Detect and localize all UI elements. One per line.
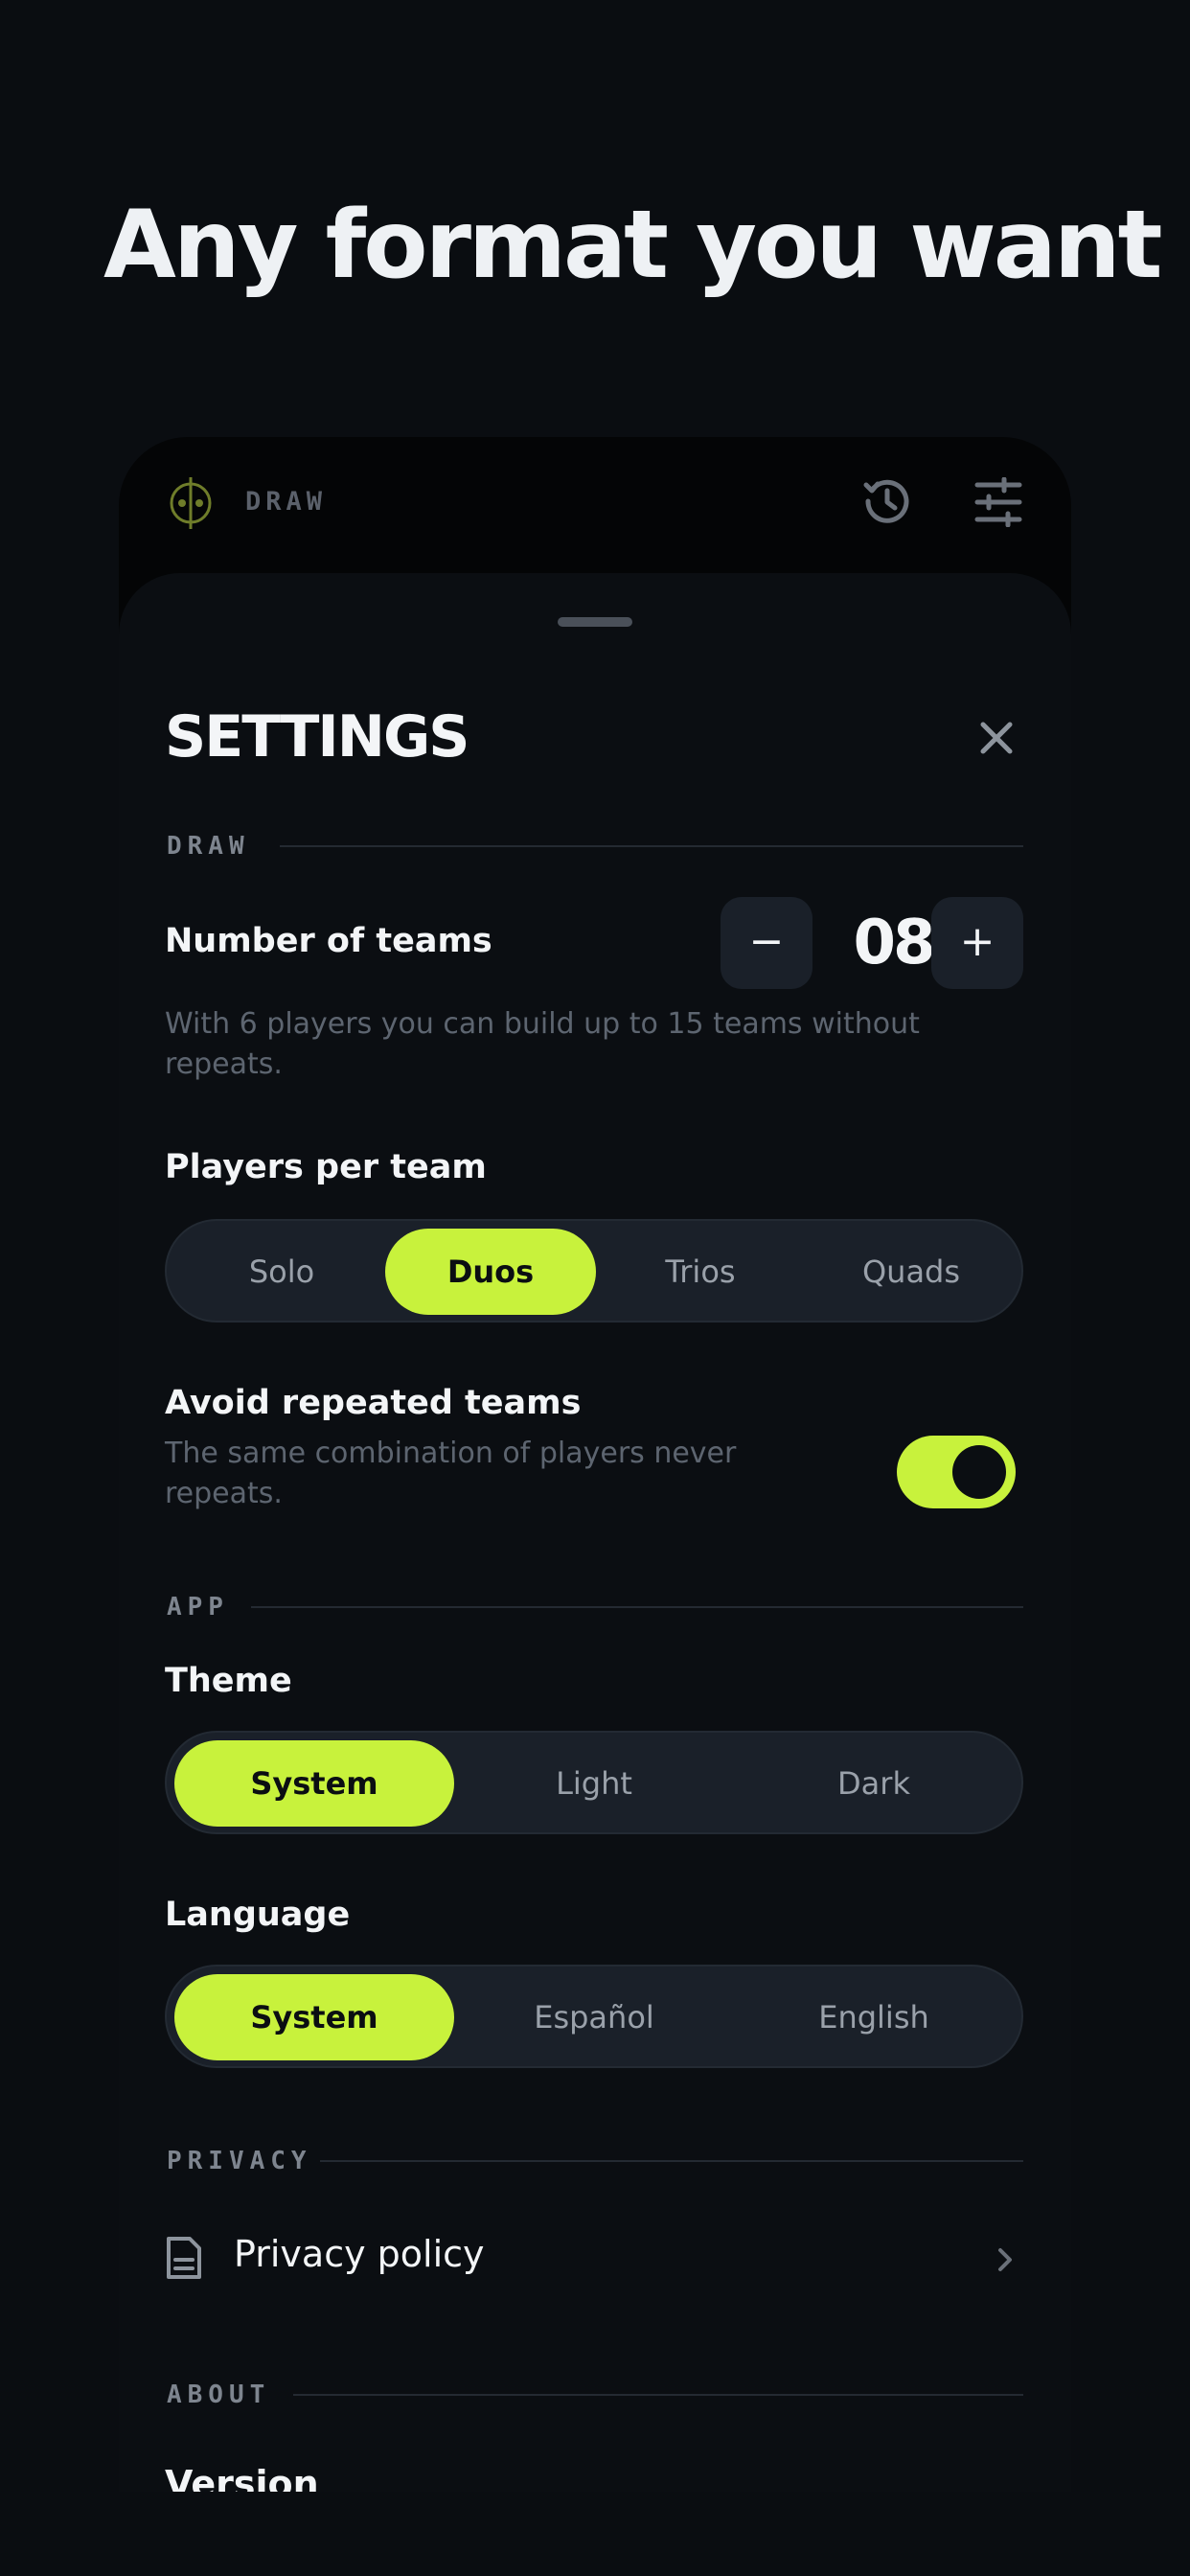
number-of-teams-hint: With 6 players you can build up to 15 te… xyxy=(165,1007,920,1081)
theme-option-light[interactable]: Light xyxy=(454,1740,734,1827)
device-frame: DRAW SETTINGS DRAW Number of teams − 08 … xyxy=(119,437,1071,2497)
section-label-privacy: PRIVACY xyxy=(167,2147,312,2175)
players-per-team-label: Players per team xyxy=(165,1148,487,1186)
language-option-system[interactable]: System xyxy=(174,1974,454,2060)
toggle-knob xyxy=(952,1445,1006,1499)
settings-sheet: SETTINGS DRAW Number of teams − 08 + Wit… xyxy=(119,573,1071,2497)
privacy-policy-label: Privacy policy xyxy=(234,2233,485,2275)
section-label-about: ABOUT xyxy=(167,2380,271,2409)
avoid-repeated-toggle[interactable] xyxy=(897,1436,1016,1508)
players-option-solo[interactable]: Solo xyxy=(182,1229,381,1315)
players-option-quads[interactable]: Quads xyxy=(805,1229,1018,1315)
chevron-right-icon xyxy=(998,2248,1012,2271)
close-icon[interactable] xyxy=(973,715,1019,761)
avoid-repeated-label: Avoid repeated teams xyxy=(165,1384,582,1422)
increment-teams-button[interactable]: + xyxy=(931,897,1023,989)
history-icon[interactable] xyxy=(858,473,914,529)
language-selector: System Español English xyxy=(165,1965,1023,2068)
language-option-english[interactable]: English xyxy=(734,1974,1014,2060)
app-bar: DRAW xyxy=(119,437,1071,577)
ball-icon xyxy=(170,477,212,529)
theme-option-system[interactable]: System xyxy=(174,1740,454,1827)
section-divider xyxy=(280,845,1023,847)
app-bar-title: DRAW xyxy=(245,487,328,517)
language-label: Language xyxy=(165,1896,351,1934)
decrement-teams-button[interactable]: − xyxy=(721,897,812,989)
privacy-policy-row[interactable]: Privacy policy xyxy=(165,2223,1023,2296)
players-per-team-selector: Solo Duos Trios Quads xyxy=(165,1219,1023,1322)
theme-label: Theme xyxy=(165,1662,292,1700)
tune-icon[interactable] xyxy=(973,477,1023,527)
players-option-duos[interactable]: Duos xyxy=(385,1229,596,1315)
avoid-repeated-hint: The same combination of players never re… xyxy=(165,1437,737,1510)
section-label-app: APP xyxy=(167,1593,229,1622)
theme-selector: System Light Dark xyxy=(165,1731,1023,1834)
headline: Any format you want xyxy=(103,191,1163,300)
players-option-trios[interactable]: Trios xyxy=(600,1229,801,1315)
section-label-draw: DRAW xyxy=(167,832,250,861)
sheet-drag-handle[interactable] xyxy=(558,617,632,627)
language-option-espanol[interactable]: Español xyxy=(454,1974,734,2060)
document-icon xyxy=(167,2237,201,2279)
bottom-mask xyxy=(0,2492,1190,2576)
section-divider xyxy=(320,2160,1023,2162)
sheet-title: SETTINGS xyxy=(165,703,469,770)
theme-option-dark[interactable]: Dark xyxy=(734,1740,1014,1827)
number-of-teams-label: Number of teams xyxy=(165,922,492,960)
section-divider xyxy=(251,1606,1023,1608)
section-divider xyxy=(293,2394,1023,2396)
